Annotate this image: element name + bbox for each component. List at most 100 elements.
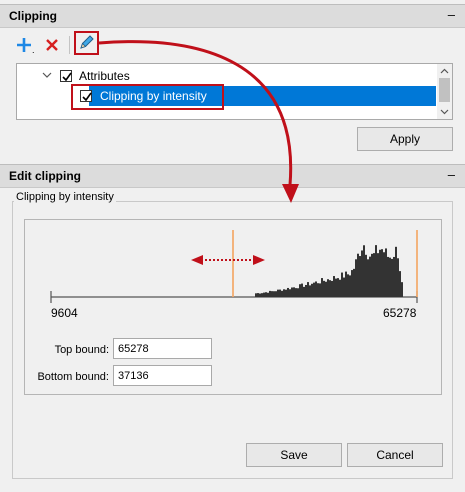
histogram-bar: [373, 253, 375, 297]
histogram-bar: [383, 252, 385, 297]
histogram-bar: [305, 284, 307, 297]
histogram-bar: [303, 286, 305, 297]
histogram-bars: [255, 245, 403, 297]
red-x-icon: [46, 39, 58, 51]
histogram-bar: [341, 272, 343, 297]
top-bound-field[interactable]: [113, 338, 212, 359]
histogram-bar: [369, 256, 371, 297]
histogram-bar: [277, 289, 279, 297]
tree-view[interactable]: Attributes Clipping by intensity: [16, 63, 453, 120]
save-button[interactable]: Save: [246, 443, 342, 467]
histogram-bar: [325, 281, 327, 297]
histogram-bar: [363, 245, 365, 297]
histogram-bar: [367, 259, 369, 297]
histogram-bar: [331, 280, 333, 297]
histogram-bar: [309, 285, 311, 297]
intensity-histogram[interactable]: [25, 220, 441, 394]
histogram-bar: [399, 271, 401, 297]
drag-double-arrow: [191, 255, 265, 265]
histogram-bar: [295, 288, 297, 297]
scrollbar-thumb[interactable]: [439, 78, 450, 102]
chevron-down-icon[interactable]: [42, 71, 52, 79]
histogram-bar: [315, 281, 317, 297]
toolbar-separator: [69, 36, 70, 54]
histogram-bar: [263, 292, 265, 297]
histogram-bar: [293, 287, 295, 297]
histogram-bar: [287, 287, 289, 297]
bottom-bound-label: Bottom bound:: [37, 371, 109, 383]
clipping-panel-header: Clipping –: [0, 4, 465, 28]
attributes-checkbox[interactable]: [60, 70, 72, 82]
histogram-bar: [285, 289, 287, 297]
histogram-bar: [301, 283, 303, 297]
histogram-bar: [259, 293, 261, 297]
histogram-bar: [299, 284, 301, 297]
histogram-bar: [337, 278, 339, 297]
histogram-bar: [357, 253, 359, 297]
histogram-bar: [401, 282, 403, 297]
histogram-bar: [267, 292, 269, 297]
edit-button[interactable]: [74, 31, 99, 55]
histogram-bar: [281, 290, 283, 297]
histogram-bar: [353, 268, 355, 297]
histogram-bar: [329, 280, 331, 297]
histogram-bar: [275, 291, 277, 297]
histogram-bar: [365, 254, 367, 297]
scroll-up-icon[interactable]: [437, 66, 452, 76]
histogram-max-label: 65278: [383, 306, 417, 320]
delete-button[interactable]: [44, 37, 60, 53]
clipping-collapse-button[interactable]: –: [448, 7, 455, 22]
histogram-bar: [291, 287, 293, 297]
histogram-bar: [391, 258, 393, 297]
histogram-bar: [319, 283, 321, 297]
histogram-bar: [361, 250, 363, 297]
histogram-min-label: 9604: [51, 306, 78, 320]
edit-clipping-panel-header: Edit clipping –: [0, 164, 465, 188]
histogram-bar: [359, 256, 361, 297]
histogram-bar: [313, 282, 315, 297]
histogram-bar: [317, 283, 319, 297]
histogram-bar: [289, 289, 291, 297]
histogram-bar: [395, 246, 397, 297]
histogram-bar: [347, 274, 349, 297]
histogram-bar: [381, 249, 383, 297]
add-button[interactable]: .: [15, 36, 35, 55]
histogram-bar: [311, 283, 313, 297]
tree-root-label[interactable]: Attributes: [79, 69, 130, 83]
clipping-panel-title: Clipping: [9, 9, 57, 23]
histogram-bar: [375, 245, 377, 297]
histogram-bar: [327, 279, 329, 297]
plus-icon: [17, 38, 31, 52]
histogram-bar: [389, 257, 391, 297]
histogram-bar: [349, 275, 351, 297]
histogram-bar: [345, 271, 347, 297]
bottom-bound-field[interactable]: [113, 365, 212, 386]
tree-scrollbar[interactable]: [437, 64, 452, 119]
histogram-bar: [321, 278, 323, 297]
histogram-bar: [333, 276, 335, 297]
edit-clipping-panel-title: Edit clipping: [9, 169, 81, 183]
histogram-bar: [269, 290, 271, 297]
histogram-bar: [271, 291, 273, 297]
edit-clipping-collapse-button[interactable]: –: [448, 167, 455, 182]
scroll-down-icon[interactable]: [437, 107, 452, 117]
check-icon: [62, 72, 72, 82]
histogram-bar: [377, 253, 379, 297]
histogram-bar: [323, 280, 325, 297]
top-bound-label: Top bound:: [54, 344, 109, 356]
histogram-bar: [307, 282, 309, 297]
pencil-icon: [80, 35, 94, 49]
histogram-bar: [335, 278, 337, 297]
histogram-box: 9604 65278 Top bound: Bottom bound:: [24, 219, 442, 395]
histogram-bar: [339, 279, 341, 297]
histogram-bar: [355, 259, 357, 297]
histogram-bar: [351, 270, 353, 297]
apply-button[interactable]: Apply: [357, 127, 453, 151]
histogram-bar: [265, 292, 267, 297]
histogram-bar: [279, 289, 281, 297]
histogram-bar: [371, 253, 373, 297]
histogram-bar: [283, 289, 285, 297]
histogram-bar: [343, 277, 345, 297]
histogram-bar: [273, 291, 275, 297]
cancel-button[interactable]: Cancel: [347, 443, 443, 467]
